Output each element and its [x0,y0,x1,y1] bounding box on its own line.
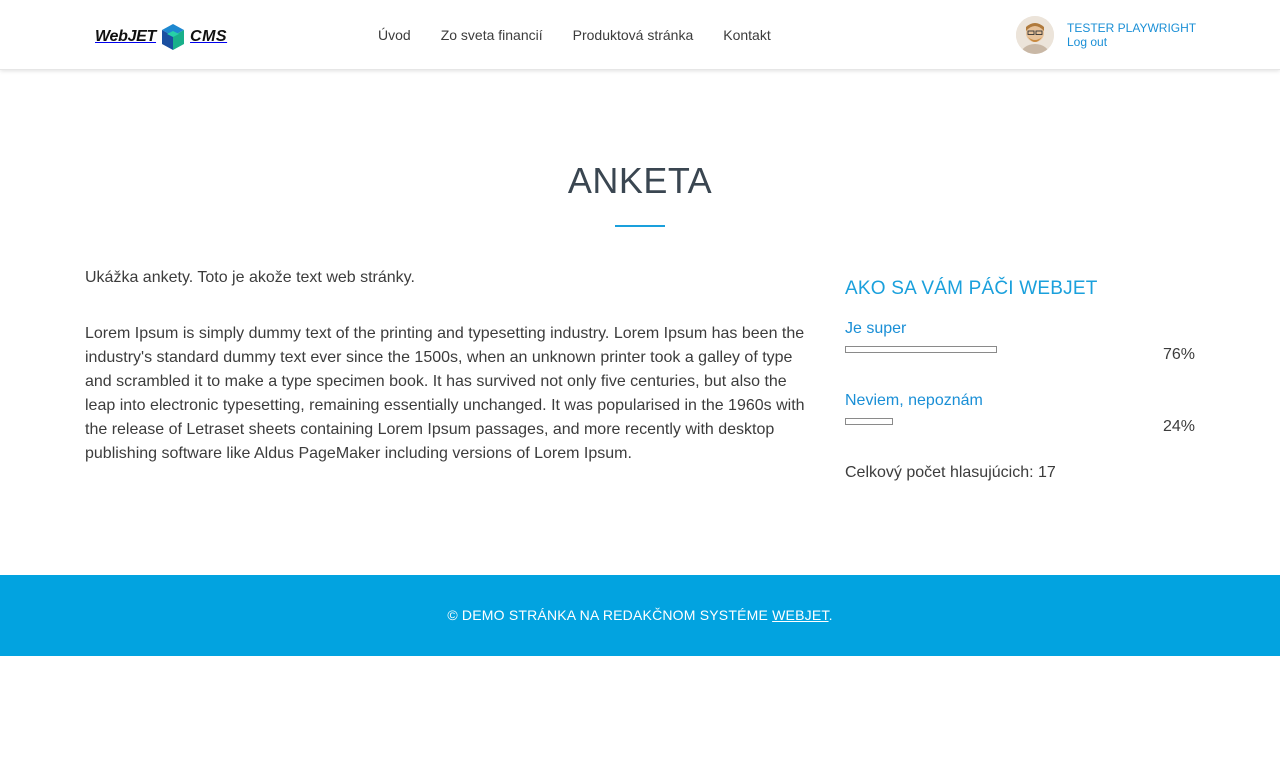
nav-item-zo-sveta-financii[interactable]: Zo sveta financií [441,27,543,43]
avatar [1016,16,1054,54]
footer-copyright: © DEMO STRÁNKA NA REDAKČNOM SYSTÉME WEBJ… [0,607,1280,623]
site-logo[interactable]: WebJET CMS [95,22,227,52]
main-nav: Úvod Zo sveta financií Produktová stránk… [378,27,801,43]
title-divider [615,225,665,227]
poll-widget: AKO SA VÁM PÁČI WEBJET Je super 76% Nevi… [845,278,1195,482]
user-info: TESTER PLAYWRIGHT Log out [1067,21,1196,49]
site-footer: © DEMO STRÁNKA NA REDAKČNOM SYSTÉME WEBJ… [0,575,1280,656]
footer-copyright-text: © DEMO STRÁNKA NA REDAKČNOM SYSTÉME [447,607,773,623]
webjet-cube-icon [162,24,185,50]
poll-total-votes: Celkový počet hlasujúcich: 17 [845,464,1056,481]
nav-item-produktova-stranka[interactable]: Produktová stránka [573,27,694,43]
user-name: TESTER PLAYWRIGHT [1067,21,1197,35]
poll-answer: Neviem, nepoznám 24% [845,392,1195,464]
page-title: ANKETA [567,160,713,201]
footer-webjet-link[interactable]: WEBJET [772,607,828,623]
site-header: WebJET CMS Úvod Zo sveta financií Produk… [0,0,1280,70]
poll-result-percent: 76% [1162,346,1195,363]
poll-answer: Je super 76% [845,320,1195,392]
body-text: Lorem Ipsum is simply dummy text of the … [85,325,805,462]
poll-question: AKO SA VÁM PÁČI WEBJET [845,278,1098,299]
poll-result-bar [845,418,893,425]
poll-answer-label[interactable]: Neviem, nepoznám [845,392,1195,410]
user-panel: TESTER PLAYWRIGHT Log out [1016,16,1196,54]
nav-item-kontakt[interactable]: Kontakt [723,27,770,43]
logo-text-webjet: WebJET [95,28,157,45]
poll-result-bar [845,346,997,353]
poll-result-percent: 24% [1162,418,1195,435]
nav-item-uvod[interactable]: Úvod [378,27,411,43]
logout-link[interactable]: Log out [1067,35,1196,49]
intro-text: Ukážka ankety. Toto je akože text web st… [85,269,415,286]
poll-answer-label[interactable]: Je super [845,320,1195,338]
logo-text-cms: CMS [190,28,228,45]
user-avatar-icon [1016,16,1054,54]
footer-suffix: . [828,607,833,623]
